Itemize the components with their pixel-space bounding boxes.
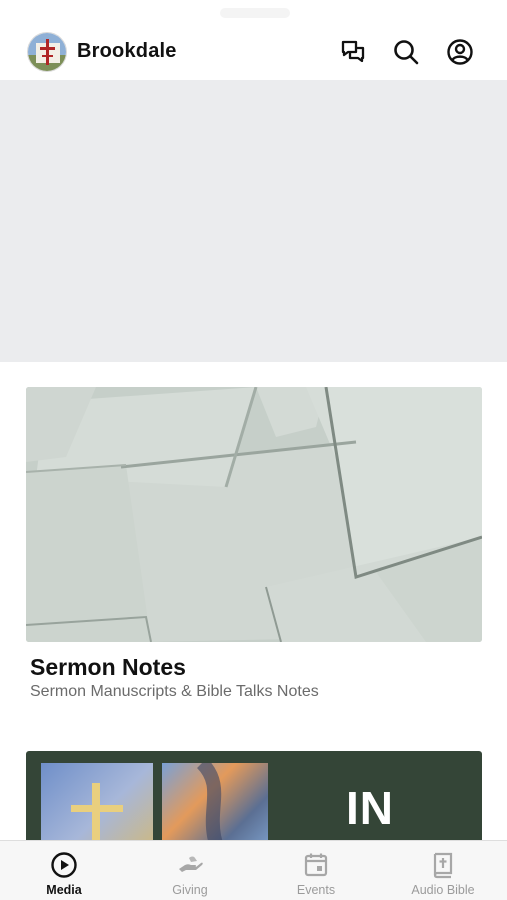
search-icon[interactable]	[392, 38, 420, 66]
card-banner-text: IN	[346, 782, 394, 834]
bible-book-icon	[429, 851, 457, 879]
church-logo-icon[interactable]	[27, 32, 67, 72]
tab-media[interactable]: Media	[1, 841, 127, 900]
account-circle-icon[interactable]	[446, 38, 474, 66]
top-header: Brookdale	[0, 0, 507, 80]
tab-events[interactable]: Events	[253, 841, 379, 900]
hero-placeholder	[0, 80, 507, 362]
app-screen: Brookdale Sermon Notes Sermon Manuscript…	[0, 0, 507, 900]
calendar-icon	[302, 851, 330, 879]
card-subtitle: Sermon Manuscripts & Bible Talks Notes	[30, 683, 319, 700]
chat-bubbles-icon[interactable]	[339, 38, 367, 66]
card-title[interactable]: Sermon Notes	[30, 654, 186, 681]
tab-giving[interactable]: Giving	[127, 841, 253, 900]
play-circle-icon	[50, 851, 78, 879]
tab-label: Events	[296, 883, 336, 897]
overlapping-paper-sheets-image[interactable]	[26, 387, 482, 642]
tab-label: Giving	[172, 883, 208, 897]
tab-label: Media	[46, 883, 82, 897]
tab-label: Audio Bible	[411, 883, 475, 897]
status-bar-notch	[220, 8, 290, 18]
tab-audio-bible[interactable]: Audio Bible	[380, 841, 506, 900]
giving-hand-icon	[176, 851, 204, 879]
app-name: Brookdale	[77, 40, 177, 62]
bottom-tab-bar: Media Giving Events Audio Bible	[0, 840, 507, 900]
